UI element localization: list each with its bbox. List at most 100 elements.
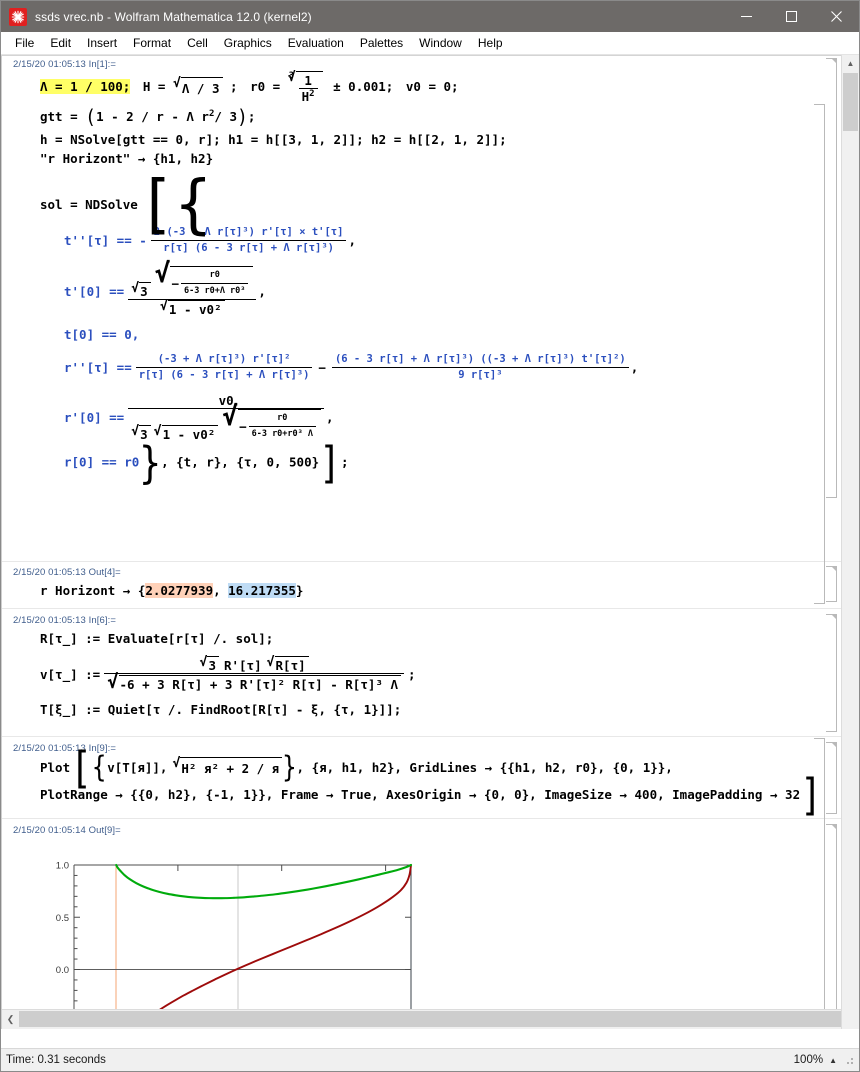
v0-assignment: v0 = 0;	[405, 79, 459, 94]
plot-graphic[interactable]: 1.0 0.5 0.0 -0.5 -1.0 0 5 10 15	[2, 837, 841, 1029]
eq4-lhs: r''[τ] ==	[64, 359, 132, 375]
eq6-initial-r: r[0] == r0	[64, 454, 140, 469]
output-cell-9[interactable]: 2/15/20 01:05:14 Out[9]= 1.0 0.5 0.0	[2, 738, 841, 1029]
tolerance: ± 0.001;	[333, 79, 394, 94]
output-cell-4[interactable]: 2/15/20 01:05:13 Out[4]= r Horizont → {2…	[2, 104, 841, 604]
cell-label-out4: 2/15/20 01:05:13 Out[4]=	[13, 567, 121, 578]
close-paren: )	[236, 105, 248, 130]
sqrt-3-outer: √ 3	[131, 282, 151, 299]
cell-divider-3	[2, 736, 841, 737]
plot-fn1: v[T[я]],	[107, 760, 168, 776]
status-right-group: 100% ▲	[794, 1054, 855, 1066]
lambda-assignment: Λ = 1 / 100;	[40, 79, 131, 94]
ndsolve-open-brace: {	[174, 167, 212, 242]
H-assignment: H =	[142, 79, 166, 94]
cell-divider-2	[2, 608, 841, 609]
plot-svg[interactable]: 1.0 0.5 0.0 -0.5 -1.0 0 5 10 15	[40, 843, 440, 1029]
sqrt-1-minus-v0sq-den: √ 1 - v0²	[154, 425, 219, 442]
v-fraction: √ 3 R'[τ] √ R[τ] √ -6 + 3 R[τ] + 3 R'[τ]² R…	[104, 656, 404, 692]
maximize-button[interactable]	[769, 1, 814, 32]
code-block-in6[interactable]: R[τ_] := Evaluate[r[τ] /. sol]; v[τ_] :=…	[2, 627, 841, 719]
cell-bracket-out4[interactable]	[826, 566, 837, 602]
sqrt-lambda-over-3: √ Λ / 3	[173, 77, 223, 98]
close-button[interactable]	[814, 1, 859, 32]
status-bar: Time: 0.31 seconds 100% ▲	[1, 1048, 859, 1071]
notebook-area: 2/15/20 01:05:13 In[1]:= Λ = 1 / 100; H …	[1, 55, 859, 1029]
menu-format[interactable]: Format	[125, 33, 179, 53]
cell-divider-1	[2, 561, 841, 562]
menu-palettes[interactable]: Palettes	[352, 33, 411, 53]
plot-close-brace: }	[282, 749, 297, 785]
evaluation-time: Time: 0.31 seconds	[6, 1054, 106, 1066]
menu-file[interactable]: File	[7, 33, 42, 53]
ndsolve-open-bracket: [	[137, 167, 175, 242]
eq2-lhs: t'[0] ==	[64, 283, 125, 299]
eq1-lhs: t''[τ] == -	[64, 232, 147, 248]
vscroll-thumb[interactable]	[843, 73, 858, 131]
hscroll-left-arrow[interactable]: ❮	[2, 1010, 19, 1029]
hscroll-track[interactable]	[19, 1010, 841, 1029]
v-lhs: v[τ_] :=	[40, 666, 101, 682]
menu-evaluation[interactable]: Evaluation	[280, 33, 352, 53]
vertical-scrollbar[interactable]: ▲	[841, 55, 859, 1029]
eq5-lhs: r'[0] ==	[64, 409, 125, 425]
notebook-scroll-region: 2/15/20 01:05:13 In[1]:= Λ = 1 / 100; H …	[1, 55, 841, 1029]
r0-over-poly: r0 6-3 r0+Λ r0³	[181, 268, 249, 299]
nsolve-line: h = NSolve[gtt == 0, r]; h1 = h[[3, 1, 2…	[40, 132, 507, 147]
window-title: ssds vrec.nb - Wolfram Mathematica 12.0 …	[35, 9, 312, 24]
resize-grip-icon[interactable]	[843, 1054, 855, 1066]
horizontal-scrollbar[interactable]: ❮ ❯	[2, 1009, 841, 1029]
menu-graphics[interactable]: Graphics	[216, 33, 280, 53]
sqrt-3-v: √ 3	[200, 656, 219, 673]
minimize-button[interactable]	[724, 1, 769, 32]
menu-help[interactable]: Help	[470, 33, 511, 53]
zoom-caret-icon[interactable]: ▲	[829, 1056, 837, 1065]
cell-label-in1: 2/15/20 01:05:13 In[1]:=	[13, 59, 117, 70]
one-over-H-squared: 1 H2	[298, 73, 318, 104]
menu-cell[interactable]: Cell	[179, 33, 216, 53]
zoom-level[interactable]: 100%	[794, 1054, 823, 1066]
menu-edit[interactable]: Edit	[42, 33, 79, 53]
cell-group-bracket-2[interactable]	[814, 738, 825, 1029]
eq4-fraction-1: (-3 + Λ r[τ]³) r'[τ]² r[τ] (6 - 3 r[τ] +…	[135, 352, 313, 383]
sqrt-inner-frac: √ − r0 6-3 r0+Λ r0³	[155, 261, 254, 299]
title-bar: ssds vrec.nb - Wolfram Mathematica 12.0 …	[1, 1, 859, 32]
menu-bar: File Edit Insert Format Cell Graphics Ev…	[1, 32, 859, 55]
input-cell-1[interactable]: 2/15/20 01:05:13 In[1]:= Λ = 1 / 100; H …	[2, 56, 841, 498]
sqrt-metric: √ H² я² + 2 / я	[172, 757, 283, 778]
R-definition: R[τ_] := Evaluate[r[τ] /. sol];	[40, 631, 274, 646]
hscroll-thumb[interactable]	[19, 1011, 841, 1027]
cell-bracket-in9[interactable]	[826, 742, 837, 814]
menu-window[interactable]: Window	[411, 33, 470, 53]
eq4-fraction-2: (6 - 3 r[τ] + Λ r[τ]³) ((-3 + Λ r[τ]³) t…	[331, 352, 629, 383]
cell-label-in9: 2/15/20 01:05:13 In[9]:=	[13, 743, 117, 754]
gtt-div: / 3	[214, 109, 237, 124]
cell-bracket-out9[interactable]	[826, 824, 837, 1029]
mathematica-window: ssds vrec.nb - Wolfram Mathematica 12.0 …	[0, 0, 860, 1072]
rhorizont-rule: "r Horizont" → {h1, h2}	[40, 151, 214, 166]
rhorizont-prefix: r Horizont → {	[40, 583, 146, 598]
input-cell-6[interactable]: 2/15/20 01:05:13 In[6]:= R[τ_] := Evalua…	[2, 612, 841, 732]
menu-insert[interactable]: Insert	[79, 33, 125, 53]
eq5-fraction: v0 √ 3 √ 1 - v0² √ − r0 6-3 r0+r0³ Λ	[128, 393, 325, 442]
rhorizont-suffix: }	[295, 583, 304, 598]
window-controls	[724, 1, 859, 32]
code-block-in9[interactable]: Plot[{v[T[я]], √ H² я² + 2 / я }, {я, h1,…	[2, 741, 841, 816]
code-block-in1[interactable]: Λ = 1 / 100; H = √ Λ / 3 ; r0 = 3 √ 1 H2…	[2, 71, 841, 488]
ndsolve-head: sol = NDSolve	[40, 196, 138, 212]
cube-root: 3 √ 1 H2	[288, 71, 323, 104]
ndsolve-close-bracket: ]	[319, 436, 341, 488]
vscroll-up-arrow[interactable]: ▲	[842, 55, 859, 72]
cell-group-bracket-1[interactable]	[814, 104, 825, 604]
input-cell-9[interactable]: 2/15/20 01:05:13 In[9]:= Plot[{v[T[я]], …	[2, 740, 841, 816]
cell-bracket-in6[interactable]	[826, 614, 837, 732]
cell-bracket-in1[interactable]	[826, 58, 837, 498]
plot-opts-1: , {я, h1, h2}, GridLines → {{h1, h2, r0}…	[296, 760, 673, 776]
plot-open-brace: {	[91, 749, 107, 785]
cell-label-in6: 2/15/20 01:05:13 In[6]:=	[13, 615, 117, 626]
plot-open-bracket: [	[70, 741, 92, 794]
r0-assignment: r0 =	[250, 79, 281, 94]
plot-head: Plot	[40, 760, 71, 776]
ytick-0: 0.0	[56, 965, 69, 976]
ytick-0.5: 0.5	[56, 913, 69, 924]
